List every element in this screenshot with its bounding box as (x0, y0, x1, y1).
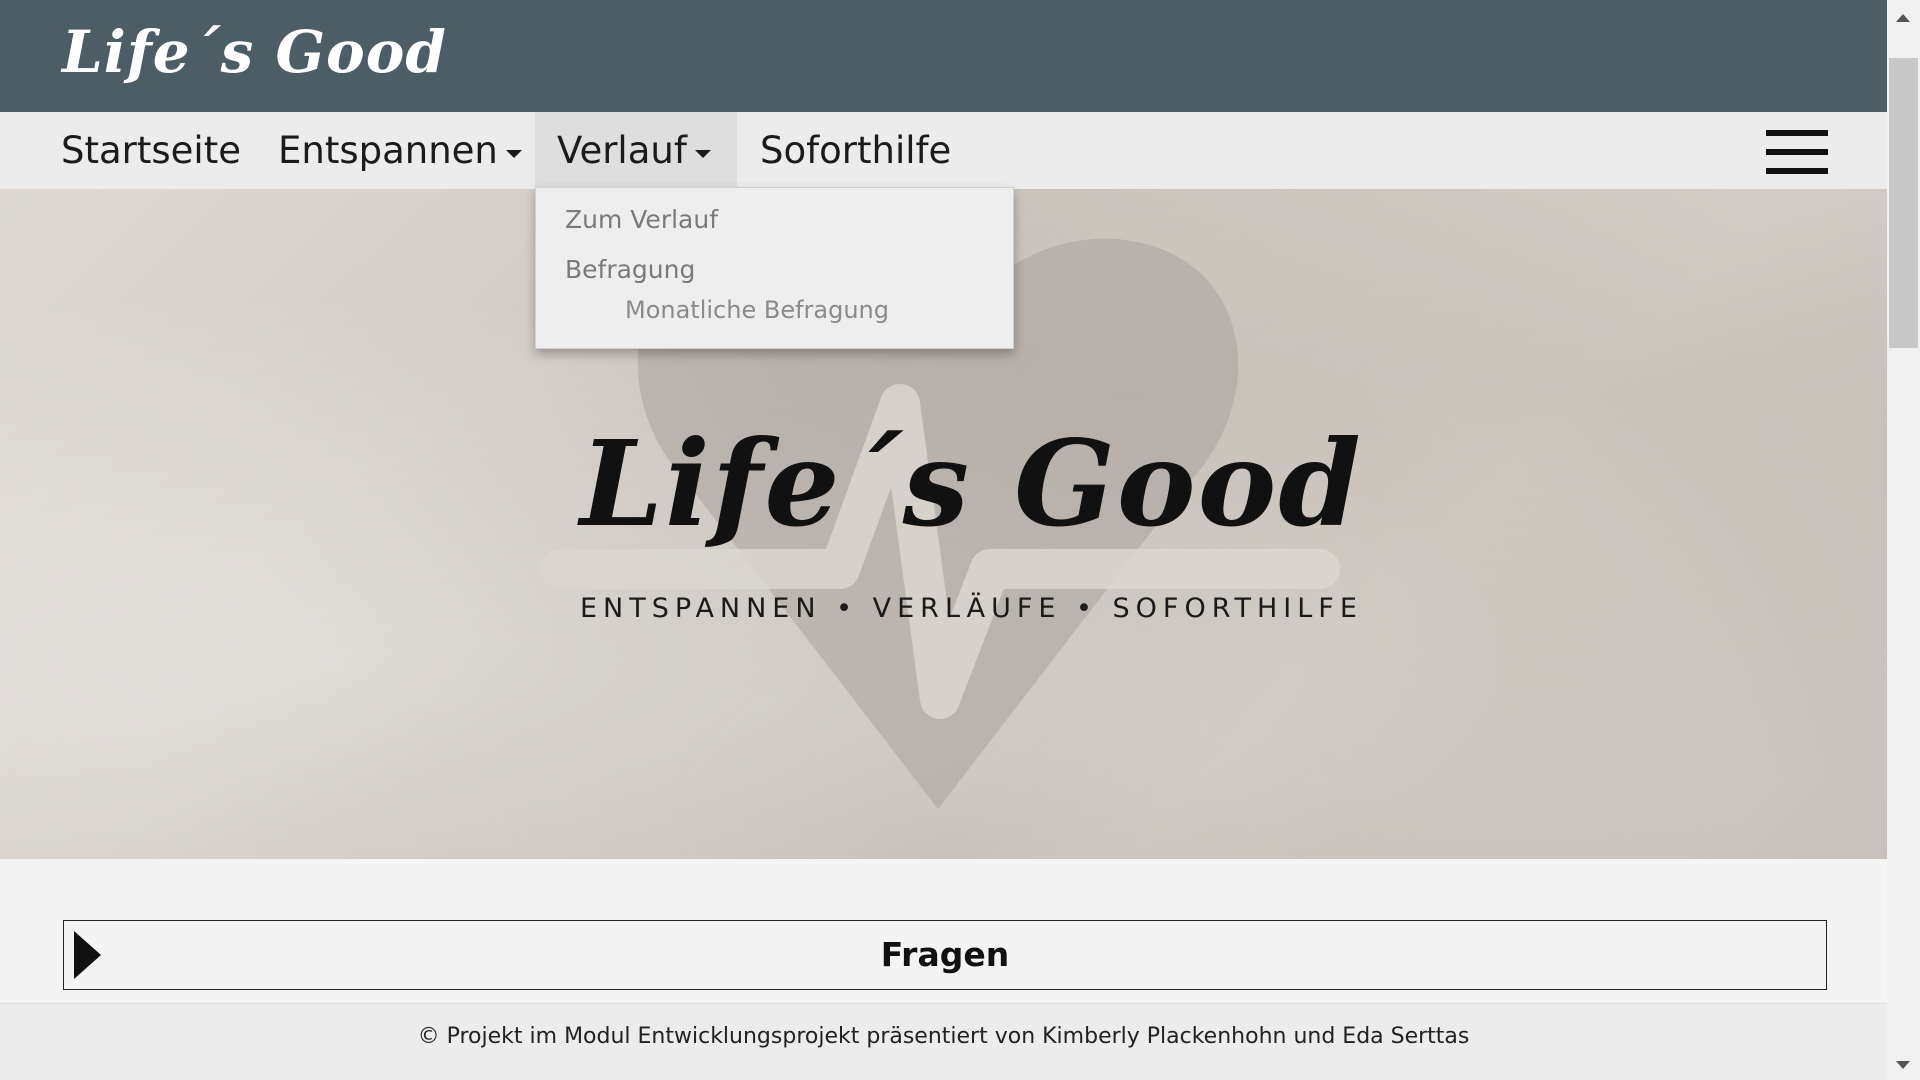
brand-logo[interactable]: Life´s Good (62, 18, 447, 86)
main-nav: Startseite Entspannen Verlauf Soforthilf… (0, 112, 1887, 190)
nav-item-label: Verlauf (557, 129, 687, 172)
hamburger-icon[interactable] (1766, 130, 1828, 174)
hero-tagline: ENTSPANNEN • VERLÄUFE • SOFORTHILFE (580, 593, 1363, 624)
footer-text: © Projekt im Modul Entwicklungsprojekt p… (417, 1024, 1470, 1049)
site-header: Life´s Good (0, 0, 1887, 112)
nav-item-startseite[interactable]: Startseite (45, 112, 257, 189)
caret-down-icon (505, 149, 522, 158)
nav-item-label: Soforthilfe (760, 129, 952, 172)
accordion-title: Fragen (880, 935, 1010, 974)
hero-logo-text: Life´s Good (580, 414, 1363, 553)
dropdown-item-monatliche-befragung[interactable]: Monatliche Befragung (625, 296, 889, 324)
nav-item-soforthilfe[interactable]: Soforthilfe (744, 112, 967, 189)
dropdown-item-befragung[interactable]: Befragung (565, 255, 695, 284)
fragen-accordion[interactable]: Fragen (63, 920, 1827, 990)
verlauf-dropdown-menu: Zum Verlauf Befragung Monatliche Befragu… (535, 187, 1014, 349)
scroll-up-arrow-icon[interactable] (1896, 14, 1910, 22)
site-footer: © Projekt im Modul Entwicklungsprojekt p… (0, 1003, 1887, 1080)
scrollbar-thumb[interactable] (1889, 58, 1918, 348)
nav-item-label: Startseite (61, 129, 241, 172)
nav-item-label: Entspannen (278, 129, 498, 172)
nav-item-entspannen[interactable]: Entspannen (262, 112, 538, 189)
nav-item-verlauf[interactable]: Verlauf (535, 112, 737, 189)
caret-down-icon (694, 149, 711, 158)
dropdown-item-zum-verlauf[interactable]: Zum Verlauf (565, 205, 718, 234)
scroll-down-arrow-icon[interactable] (1896, 1061, 1910, 1069)
vertical-scrollbar[interactable] (1887, 0, 1920, 1080)
page: Life´s Good Startseite Entspannen Verlau… (0, 0, 1887, 1080)
